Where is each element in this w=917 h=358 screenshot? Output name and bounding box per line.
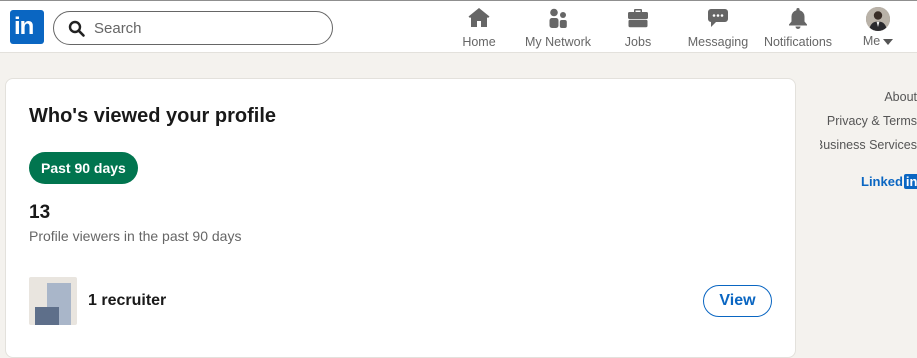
nav-jobs-label: Jobs [624,35,652,49]
nav-jobs[interactable]: Jobs [620,6,656,52]
footer-link-about[interactable]: About [820,90,917,106]
nav-my-network[interactable]: My Network [522,6,594,52]
top-nav-bar: in Home My Network Jobs [0,0,917,53]
brand-box: in [903,174,917,189]
nav-notifications-label: Notifications [763,35,833,49]
footer-link-business[interactable]: Business Services [820,138,917,154]
nav-my-network-label: My Network [525,35,591,49]
viewer-count-caption: Profile viewers in the past 90 days [29,228,242,244]
logo-text: in [14,13,34,40]
footer-link-privacy[interactable]: Privacy & Terms [820,114,917,130]
search-icon [68,20,85,37]
page-title: Who's viewed your profile [29,105,277,127]
nav-messaging-label: Messaging [687,35,749,49]
chat-icon [708,9,728,27]
recruiter-row-label: 1 recruiter [88,292,167,309]
linkedin-wordmark[interactable]: Linked in [861,174,917,189]
briefcase-icon [628,9,648,28]
time-filter-button[interactable]: Past 90 days [29,152,138,184]
nav-me-text: Me [862,34,881,48]
search-box[interactable] [53,11,333,45]
viewer-count: 13 [29,202,51,223]
avatar [866,7,890,31]
profile-views-card: Who's viewed your profile Past 90 days 1… [5,78,796,358]
view-button[interactable]: View [703,285,772,317]
nav-notifications[interactable]: Notifications [760,6,836,52]
recruiter-icon [29,277,77,325]
footer-links: About Privacy & Terms Business Services [820,90,917,162]
search-input[interactable] [94,18,314,38]
bell-icon [789,8,807,29]
chevron-down-icon [883,38,894,45]
nav-home-label: Home [462,35,496,49]
nav-home[interactable]: Home [458,6,500,52]
brand-text: Linked [861,174,903,189]
people-icon [549,8,567,28]
nav-me-label: Me [858,34,898,48]
home-icon [468,8,490,27]
nav-me[interactable]: Me [858,6,898,52]
linkedin-logo[interactable]: in [10,10,44,44]
nav-messaging[interactable]: Messaging [686,6,750,52]
